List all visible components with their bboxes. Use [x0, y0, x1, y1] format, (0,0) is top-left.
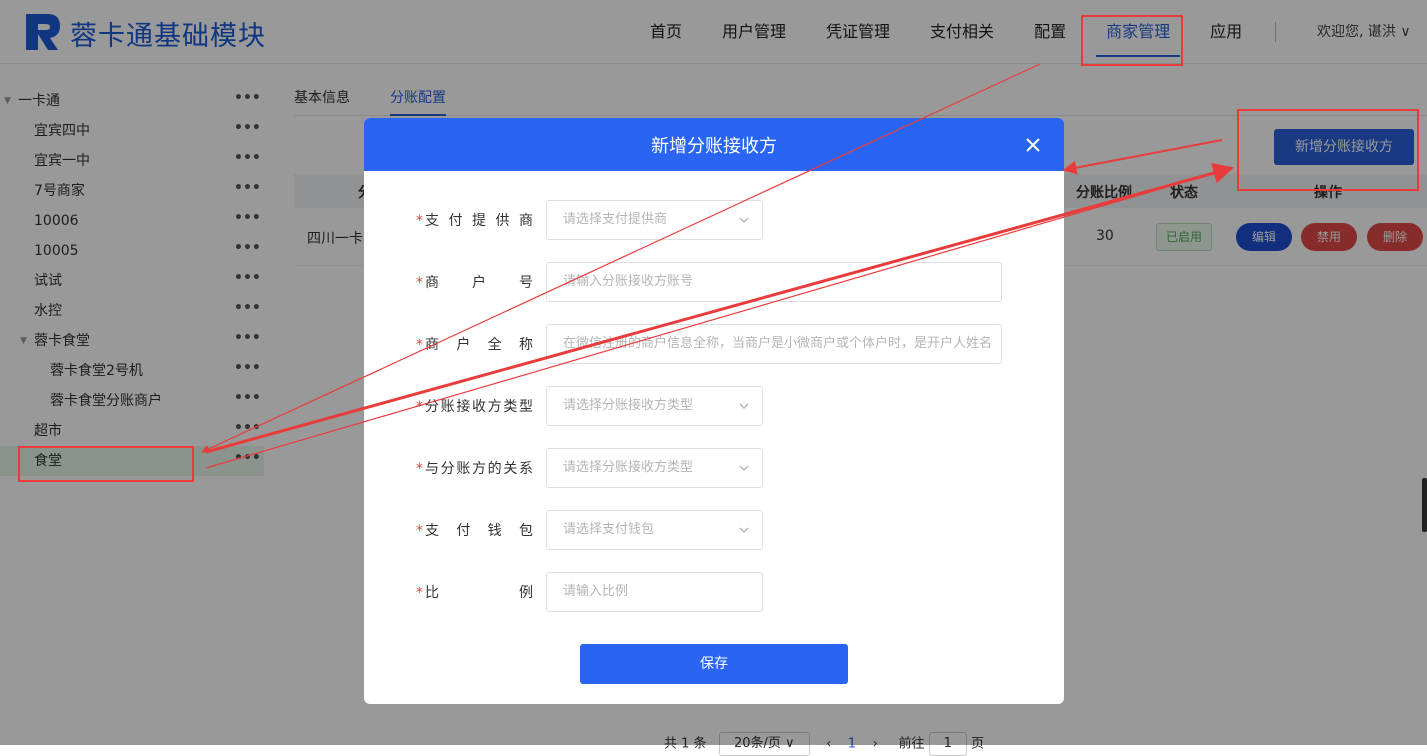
select-placeholder: 请选择支付提供商 — [563, 212, 668, 227]
form-row-merchant-id: * 商户号 请输入分账接收方账号 — [364, 262, 1064, 302]
field-label: * 商户号 — [416, 275, 533, 291]
field-label: * 与分账方的关系 — [416, 461, 533, 477]
dialog-header: 新增分账接收方 — [364, 118, 1064, 171]
payment-provider-select[interactable]: 请选择支付提供商 — [546, 200, 763, 240]
form-row-wallet: * 支付钱包 请选择支付钱包 — [364, 510, 1064, 550]
chevron-down-icon — [739, 217, 749, 223]
merchant-id-input[interactable]: 请输入分账接收方账号 — [546, 262, 1002, 302]
form-row-relationship: * 与分账方的关系 请选择分账接收方类型 — [364, 448, 1064, 488]
annotation-box-add-button — [1237, 109, 1419, 191]
close-icon[interactable] — [1024, 136, 1042, 154]
input-placeholder: 在微信注册的商户信息全称，当商户是小微商户或个体户时，是开户人姓名 — [563, 336, 993, 351]
merchant-full-name-input[interactable]: 在微信注册的商户信息全称，当商户是小微商户或个体户时，是开户人姓名 — [546, 324, 1002, 364]
field-label: * 商户全称 — [416, 337, 533, 353]
field-label: * 分账接收方类型 — [416, 399, 533, 415]
input-placeholder: 请输入分账接收方账号 — [563, 274, 694, 289]
select-placeholder: 请选择分账接收方类型 — [563, 398, 694, 413]
receiver-type-select[interactable]: 请选择分账接收方类型 — [546, 386, 763, 426]
relationship-select[interactable]: 请选择分账接收方类型 — [546, 448, 763, 488]
select-placeholder: 请选择分账接收方类型 — [563, 460, 694, 475]
field-label: * 支付钱包 — [416, 523, 533, 539]
payment-wallet-select[interactable]: 请选择支付钱包 — [546, 510, 763, 550]
save-button[interactable]: 保存 — [580, 644, 848, 684]
annotation-box-nav — [1081, 15, 1183, 66]
form-row-ratio: * 比例 请输入比例 — [364, 572, 1064, 612]
add-split-receiver-dialog: 新增分账接收方 * 支付提供商 请选择支付提供商 * 商户号 请输入分账接收方账号 … — [364, 118, 1064, 704]
input-placeholder: 请输入比例 — [563, 584, 629, 599]
chevron-down-icon — [739, 527, 749, 533]
form-row-receiver-type: * 分账接收方类型 请选择分账接收方类型 — [364, 386, 1064, 426]
chevron-down-icon — [739, 403, 749, 409]
form-row-payment-provider: * 支付提供商 请选择支付提供商 — [364, 200, 1064, 240]
field-label: * 支付提供商 — [416, 213, 533, 229]
form-row-merchant-full-name: * 商户全称 在微信注册的商户信息全称，当商户是小微商户或个体户时，是开户人姓名 — [364, 324, 1064, 364]
dialog-title: 新增分账接收方 — [651, 136, 777, 157]
scrollbar-handle[interactable] — [1422, 478, 1427, 532]
ratio-input[interactable]: 请输入比例 — [546, 572, 763, 612]
field-label: * 比例 — [416, 585, 533, 601]
annotation-box-tree-node — [18, 446, 194, 482]
select-placeholder: 请选择支付钱包 — [563, 522, 655, 537]
chevron-down-icon — [739, 465, 749, 471]
